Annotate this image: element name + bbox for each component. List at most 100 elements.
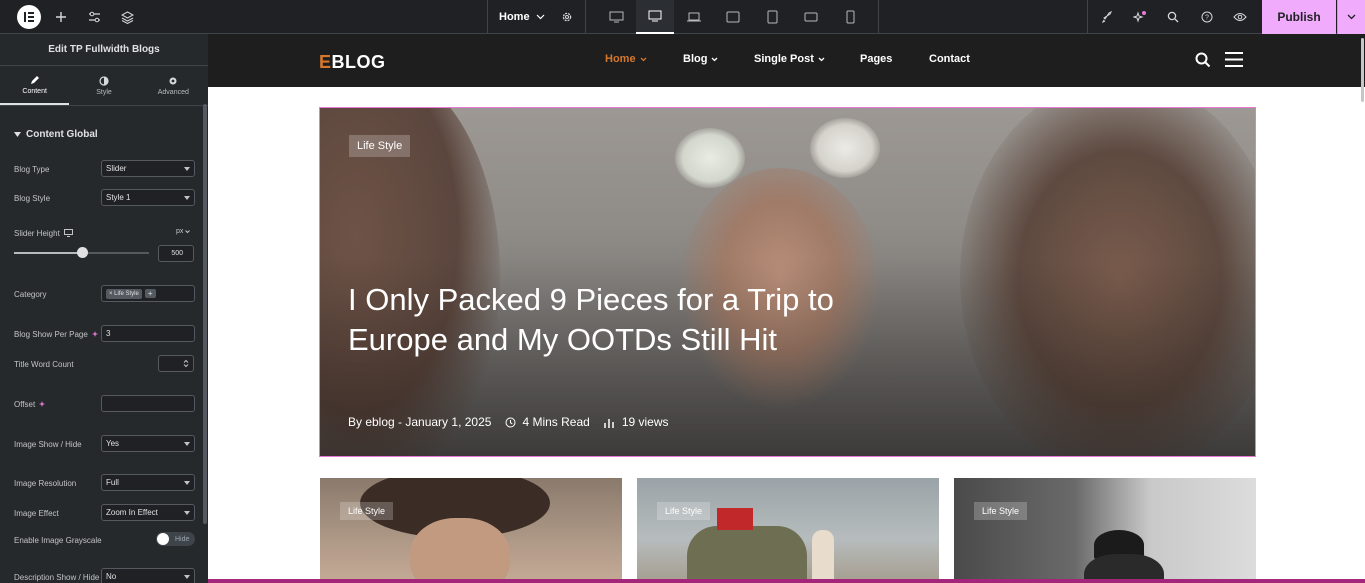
canvas-bottom-border [208, 579, 1365, 583]
tab-advanced[interactable]: Advanced [139, 66, 208, 105]
slider-handle[interactable] [76, 247, 88, 258]
hero-title[interactable]: I Only Packed 9 Pieces for a Trip to Eur… [348, 280, 848, 360]
field-label: Blog Show Per Page [14, 329, 88, 339]
field-label-wrap: Slider Height [14, 229, 101, 238]
elementor-logo-icon[interactable] [17, 5, 41, 29]
help-icon[interactable]: ? [1197, 0, 1217, 34]
hero-category-tag[interactable]: Life Style [349, 135, 411, 157]
ai-sparkle-icon[interactable] [91, 330, 100, 339]
blog-type-value: Slider [106, 164, 127, 173]
device-laptop-icon[interactable] [675, 0, 713, 34]
category-tag[interactable]: × Life Style [106, 288, 142, 299]
nav-item-contact[interactable]: Contact [929, 53, 970, 65]
image-effect-select[interactable]: Zoom In Effect [101, 504, 195, 521]
stepper-icon[interactable] [183, 359, 189, 368]
search-icon[interactable] [1163, 0, 1183, 34]
unit-selector[interactable]: px [176, 228, 191, 235]
unit-value: px [176, 228, 184, 235]
card-image-person [812, 530, 834, 583]
card-image-face [410, 518, 510, 583]
chevron-down-icon [640, 57, 647, 61]
field-label: Image Effect [14, 508, 59, 518]
nav-item-blog[interactable]: Blog [683, 53, 718, 65]
preview-eye-icon[interactable] [1230, 0, 1250, 34]
contrast-icon [99, 75, 109, 86]
svg-text:?: ? [1205, 15, 1209, 22]
card-category-tag[interactable]: Life Style [340, 502, 394, 520]
field-label: Blog Style [14, 193, 51, 203]
chevron-down-icon [536, 14, 544, 20]
category-multiselect[interactable]: × Life Style + [101, 285, 195, 302]
read-time-label: 4 Mins Read [522, 415, 590, 429]
nav-label: Pages [860, 53, 893, 65]
device-mobile-landscape-icon[interactable] [792, 0, 830, 34]
device-desktop-wide-icon[interactable] [597, 0, 635, 34]
tab-content[interactable]: Content [0, 66, 70, 105]
chevron-down-icon [185, 229, 191, 233]
hamburger-menu-icon[interactable] [1225, 51, 1243, 68]
canvas-scrollbar[interactable] [1361, 38, 1364, 102]
field-label: Image Resolution [14, 478, 77, 488]
nav-item-home[interactable]: Home [605, 53, 647, 65]
layers-icon[interactable] [116, 0, 138, 34]
nav-item-pages[interactable]: Pages [860, 53, 892, 65]
toggle-knob [157, 533, 169, 545]
panel-scrollbar[interactable] [203, 104, 207, 524]
blog-style-select[interactable]: Style 1 [101, 189, 195, 206]
slider-track[interactable] [14, 247, 149, 258]
card-category-tag[interactable]: Life Style [657, 502, 711, 520]
section-title: Content Global [26, 129, 98, 140]
settings-sliders-icon[interactable] [83, 0, 105, 34]
views: 19 views [604, 415, 669, 429]
chevron-down-icon [818, 57, 825, 61]
search-icon[interactable] [1195, 52, 1211, 68]
grayscale-toggle[interactable]: Hide [156, 532, 195, 546]
device-mobile-icon[interactable] [831, 0, 869, 34]
category-add-button[interactable]: + [144, 289, 156, 298]
offset-input[interactable] [101, 395, 195, 412]
site-logo[interactable]: EBLOG [319, 52, 386, 73]
device-desktop-icon[interactable] [636, 0, 674, 34]
chevron-down-icon [711, 57, 718, 61]
blog-card[interactable]: Life Style [320, 478, 622, 583]
page-selector[interactable]: Home [499, 0, 545, 34]
card-image-car [687, 526, 807, 583]
blog-card[interactable]: Life Style [637, 478, 939, 583]
blog-show-per-page-value: 3 [106, 329, 111, 338]
pencil-icon [30, 75, 39, 84]
card-image-cooler [717, 508, 753, 530]
add-element-icon[interactable] [50, 0, 72, 34]
tab-style[interactable]: Style [69, 66, 138, 105]
slider-height-input[interactable]: 500 [158, 245, 194, 262]
panel-tabs: Content Style Advanced [0, 66, 208, 106]
section-content-global[interactable]: Content Global [14, 129, 98, 140]
device-tablet-icon[interactable] [753, 0, 791, 34]
hero-slide[interactable]: Life Style I Only Packed 9 Pieces for a … [319, 107, 1256, 457]
page-settings-gear-icon[interactable] [558, 0, 576, 34]
title-word-count-input[interactable] [158, 355, 194, 372]
ai-sparkle-icon[interactable] [1130, 0, 1150, 34]
bar-chart-icon [604, 418, 614, 428]
blog-style-value: Style 1 [106, 193, 131, 202]
field-label-wrap: Offset [14, 400, 101, 409]
preview-canvas: EBLOG Home Blog Single Post Pages Contac… [208, 34, 1365, 583]
monitor-icon[interactable] [63, 229, 73, 237]
publish-button[interactable]: Publish [1262, 0, 1336, 34]
rocket-icon[interactable] [1097, 0, 1117, 34]
description-show-hide-select[interactable]: No [101, 568, 195, 583]
blog-show-per-page-input[interactable]: 3 [101, 325, 195, 342]
publish-options-button[interactable] [1337, 0, 1365, 34]
panel-title: Edit TP Fullwidth Blogs [0, 34, 208, 66]
device-tablet-landscape-icon[interactable] [714, 0, 752, 34]
read-time: 4 Mins Read [505, 415, 590, 429]
image-show-hide-select[interactable]: Yes [101, 435, 195, 452]
blog-card[interactable]: Life Style [954, 478, 1256, 583]
ai-sparkle-icon[interactable] [38, 400, 47, 409]
nav-item-single-post[interactable]: Single Post [754, 53, 825, 65]
field-label: Slider Height [14, 228, 60, 238]
image-resolution-select[interactable]: Full [101, 474, 195, 491]
nav-label: Contact [929, 53, 970, 65]
widget-settings-panel: Edit TP Fullwidth Blogs Content Style Ad… [0, 34, 208, 583]
blog-type-select[interactable]: Slider [101, 160, 195, 177]
card-category-tag[interactable]: Life Style [974, 502, 1028, 520]
